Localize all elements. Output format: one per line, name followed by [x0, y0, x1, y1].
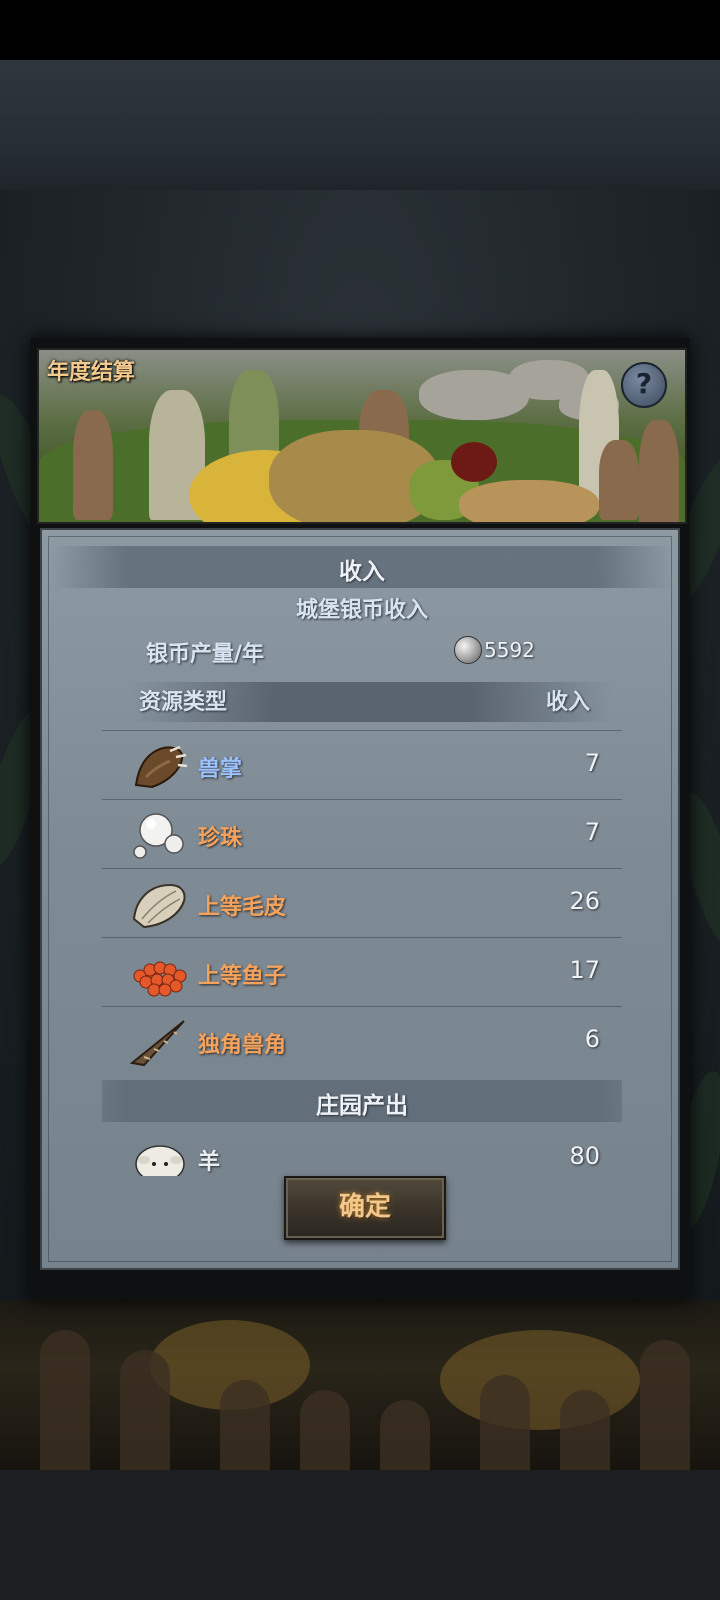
dialog-title: 年度结算 [47, 360, 136, 385]
silver-output-label: 银币产量/年 [146, 642, 265, 667]
unicorn-horn-icon [130, 1020, 185, 1067]
annual-settlement-dialog: 年度结算 ? 收入 城堡银币收入 银币产量/年 5592 资源类型 收入 兽掌 … [30, 338, 690, 1300]
background-harvest-scene [0, 1300, 720, 1470]
silver-coin-icon [454, 636, 482, 664]
sheep-icon [135, 1145, 185, 1176]
manor-value: 80 [569, 1142, 600, 1170]
column-header-income: 收入 [545, 690, 590, 715]
pearl-icon [133, 813, 184, 859]
resource-value: 17 [569, 956, 600, 984]
resource-value: 7 [584, 749, 600, 777]
resource-label: 上等鱼子 [198, 964, 287, 989]
resource-row: 珍珠 7 [102, 799, 622, 869]
help-button[interactable]: ? [621, 362, 667, 408]
background-footer [0, 1470, 720, 1600]
silver-output-value: 5592 [484, 638, 535, 662]
resource-label: 珍珠 [198, 826, 243, 851]
fine-roe-icon [133, 961, 187, 997]
harvest-banner-image: 年度结算 ? [37, 348, 687, 524]
income-panel: 收入 城堡银币收入 银币产量/年 5592 资源类型 收入 兽掌 7 珍珠 7 … [40, 528, 680, 1270]
resource-value: 26 [569, 887, 600, 915]
resource-row: 上等毛皮 26 [102, 868, 622, 938]
resource-value: 6 [584, 1025, 600, 1053]
resource-label: 独角兽角 [198, 1033, 287, 1058]
resource-label: 上等毛皮 [198, 895, 287, 920]
manor-label: 羊 [198, 1150, 221, 1175]
resource-list[interactable]: 兽掌 7 珍珠 7 上等毛皮 26 上等鱼子 17 独角兽角 6 庄园产出 羊 … [102, 730, 622, 1176]
resource-row: 独角兽角 6 [102, 1006, 622, 1076]
resource-label: 兽掌 [198, 757, 243, 782]
resource-value: 7 [584, 818, 600, 846]
resource-row: 上等鱼子 17 [102, 937, 622, 1007]
status-bar [0, 0, 720, 60]
manor-row: 羊 80 [102, 1124, 622, 1176]
fine-fur-icon [132, 883, 186, 929]
silver-section-title: 城堡银币收入 [295, 598, 428, 623]
income-header: 收入 [339, 559, 385, 585]
confirm-button[interactable]: 确定 [284, 1176, 446, 1240]
beast-paw-icon [134, 745, 188, 789]
column-header-resource-type: 资源类型 [139, 690, 228, 715]
background-top-strip [0, 60, 720, 192]
manor-header: 庄园产出 [316, 1093, 408, 1119]
resource-row: 兽掌 7 [102, 730, 622, 800]
